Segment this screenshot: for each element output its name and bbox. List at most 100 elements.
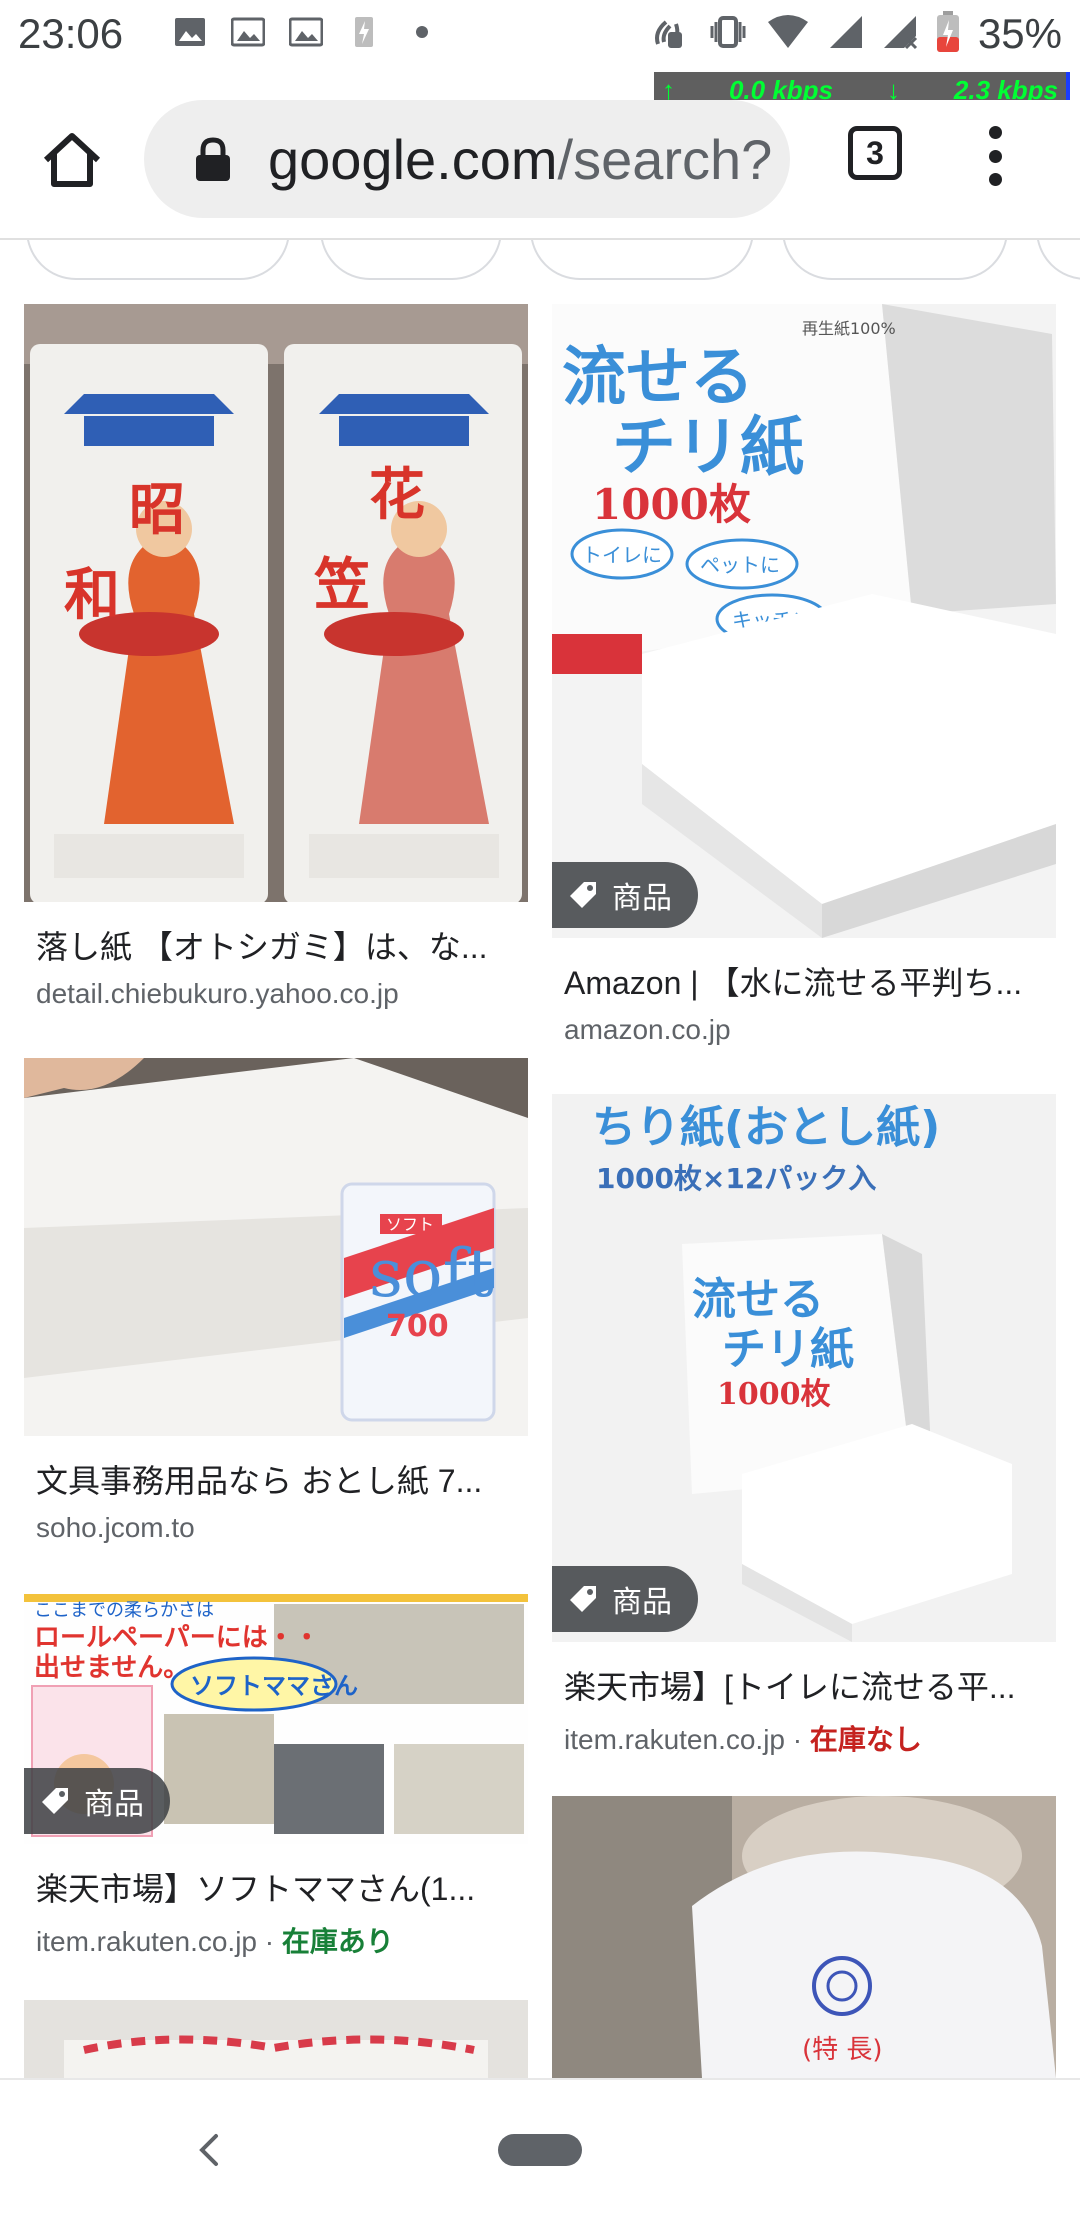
result-title[interactable]: 文具事務用品なら おとし紙 7... xyxy=(36,1456,516,1502)
filter-chip[interactable] xyxy=(320,240,502,280)
result-title[interactable]: Amazon | 【水に流せる平判ち... xyxy=(564,958,1044,1004)
mama-ad-line1: ここまでの柔らかさは xyxy=(34,1600,214,1621)
stock-status: 在庫あり xyxy=(281,1926,394,1957)
result-source: amazon.co.jp xyxy=(564,1014,731,1045)
signal-x-icon xyxy=(882,14,918,55)
result-thumbnail[interactable]: (特 長) xyxy=(552,1796,1056,2078)
filter-chip[interactable] xyxy=(530,240,754,280)
result-source: item.rakuten.co.jp · 在庫あり xyxy=(36,1920,528,1960)
product-badge-label: 商品 xyxy=(612,882,672,915)
result-source: detail.chiebukuro.yahoo.co.jp xyxy=(36,978,399,1009)
signal-icon xyxy=(828,14,864,55)
lock-icon xyxy=(196,137,230,181)
wifi-icon xyxy=(766,14,810,55)
image-result-card[interactable]: 再生紙100% 流せる チリ紙 1000枚 トイレに ペットに キッチン 商品 … xyxy=(552,304,1056,1046)
showa-char-2: 和 xyxy=(64,563,120,628)
image-icon xyxy=(288,14,324,50)
filter-chip[interactable] xyxy=(782,240,1008,280)
result-thumbnail[interactable]: ソフト soft 700 xyxy=(24,1058,528,1436)
filter-chips-row xyxy=(0,240,1080,282)
menu-dot-icon xyxy=(988,149,1002,163)
price-tag-icon xyxy=(570,1586,596,1612)
dot-icon xyxy=(404,14,440,50)
back-button[interactable] xyxy=(190,2130,230,2170)
product-badge-label: 商品 xyxy=(612,1586,672,1619)
image-result-card[interactable]: ソフト soft 700 文具事務用品なら おとし紙 7... soho.jco… xyxy=(24,1058,528,1544)
image-result-card[interactable]: (特 長) xyxy=(552,1796,1056,2078)
address-bar[interactable]: google.com/search? xyxy=(144,100,790,218)
image-icon xyxy=(172,14,208,50)
filter-chip[interactable] xyxy=(1036,240,1080,280)
source-separator: · xyxy=(785,1724,810,1755)
home-icon xyxy=(43,133,101,187)
showa-char-1: 昭 xyxy=(129,478,185,543)
tab-switcher-button[interactable]: 3 xyxy=(848,126,902,180)
result-thumbnail[interactable]: 昭 和 花 笠 xyxy=(24,304,528,902)
chirigami-otoshi-text: ちり紙(おとし紙) xyxy=(592,1102,940,1153)
image-result-card[interactable] xyxy=(24,2000,528,2078)
pet-label: ペットに xyxy=(700,553,780,577)
home-button[interactable] xyxy=(36,124,108,196)
source-separator: · xyxy=(257,1926,282,1957)
stock-status: 在庫なし xyxy=(809,1724,922,1755)
maisu-small-text: 1000枚 xyxy=(717,1377,831,1412)
nagaseru-text: 流せる xyxy=(562,341,754,415)
result-title[interactable]: 楽天市場】ソフトママさん(1... xyxy=(36,1864,516,1910)
system-navigation-bar xyxy=(0,2078,1080,2222)
image-icon xyxy=(230,14,266,50)
tab-count: 3 xyxy=(866,134,884,171)
product-badge: 商品 xyxy=(552,862,698,928)
flash-icon xyxy=(346,14,382,50)
chirigami-text: チリ紙 xyxy=(612,411,804,485)
filter-chip[interactable] xyxy=(26,240,290,280)
result-domain: item.rakuten.co.jp xyxy=(36,1926,257,1957)
image-result-card[interactable]: ここまでの柔らかさは ロールペーパーには・・ 出せません。 ソフトママさん 商品… xyxy=(24,1594,528,1960)
battery-percent: 35% xyxy=(977,10,1062,57)
soft-brand-text: soft xyxy=(369,1235,494,1312)
result-title[interactable]: 落し紙 【オトシガミ】は、な... xyxy=(36,922,516,968)
url-path: /search? xyxy=(557,127,773,191)
pack-count-text: 1000枚×12パック入 xyxy=(596,1162,876,1195)
soft-number: 700 xyxy=(386,1309,449,1344)
image-result-card[interactable]: 昭 和 花 笠 落し紙 【オトシガミ】は、な... detail.chiebuk… xyxy=(24,304,528,1010)
result-source: item.rakuten.co.jp · 在庫なし xyxy=(564,1718,1056,1758)
nfc-icon xyxy=(650,12,690,57)
tokucho-label: (特 長) xyxy=(802,2035,883,2065)
browser-toolbar: google.com/search? 3 xyxy=(0,100,1080,240)
menu-dot-icon xyxy=(988,126,1002,139)
mama-ad-line3: 出せません。 xyxy=(34,1653,189,1683)
product-badge-label: 商品 xyxy=(84,1788,144,1821)
result-domain: item.rakuten.co.jp xyxy=(564,1724,785,1755)
result-title[interactable]: 楽天市場】[トイレに流せる平... xyxy=(564,1662,1044,1708)
mama-brand-text: ソフトママさん xyxy=(190,1672,358,1700)
product-badge: 商品 xyxy=(24,1768,170,1834)
recycled-label: 再生紙100% xyxy=(802,319,896,338)
price-tag-icon xyxy=(42,1788,68,1814)
menu-dot-icon xyxy=(988,173,1002,186)
home-pill-button[interactable] xyxy=(498,2134,582,2166)
url-host: google.com xyxy=(268,127,558,191)
status-bar: 23:06 35% xyxy=(0,0,1080,72)
maisu-text: 1000枚 xyxy=(592,480,751,529)
soft-pack-label: ソフト xyxy=(386,1215,434,1234)
image-results-grid: 昭 和 花 笠 落し紙 【オトシガミ】は、な... detail.chiebuk… xyxy=(0,282,1080,2078)
nagaseru-small-text: 流せる xyxy=(692,1274,824,1325)
battery-icon xyxy=(936,10,960,58)
mama-ad-line2: ロールペーパーには・・ xyxy=(34,1623,320,1653)
image-result-card[interactable]: ちり紙(おとし紙) 1000枚×12パック入 流せる チリ紙 1000枚 商品 … xyxy=(552,1094,1056,1758)
chirigami-small-text: チリ紙 xyxy=(722,1324,854,1375)
system-icons: 35% xyxy=(650,10,1062,58)
notification-icons xyxy=(172,14,440,50)
result-thumbnail[interactable]: 再生紙100% 流せる チリ紙 1000枚 トイレに ペットに キッチン 商品 xyxy=(552,304,1056,938)
result-thumbnail[interactable]: ちり紙(おとし紙) 1000枚×12パック入 流せる チリ紙 1000枚 商品 xyxy=(552,1094,1056,1642)
url-text: google.com/search? xyxy=(268,127,772,192)
result-thumbnail[interactable] xyxy=(24,2000,528,2078)
more-menu-button[interactable] xyxy=(980,126,1010,186)
product-badge: 商品 xyxy=(552,1566,698,1632)
hanagasa-char-1: 花 xyxy=(369,463,425,528)
result-source: soho.jcom.to xyxy=(36,1512,195,1543)
hanagasa-char-2: 笠 xyxy=(314,553,370,618)
toilet-label: トイレに xyxy=(582,543,662,567)
vibrate-icon xyxy=(708,12,748,57)
result-thumbnail[interactable]: ここまでの柔らかさは ロールペーパーには・・ 出せません。 ソフトママさん 商品 xyxy=(24,1594,528,1844)
